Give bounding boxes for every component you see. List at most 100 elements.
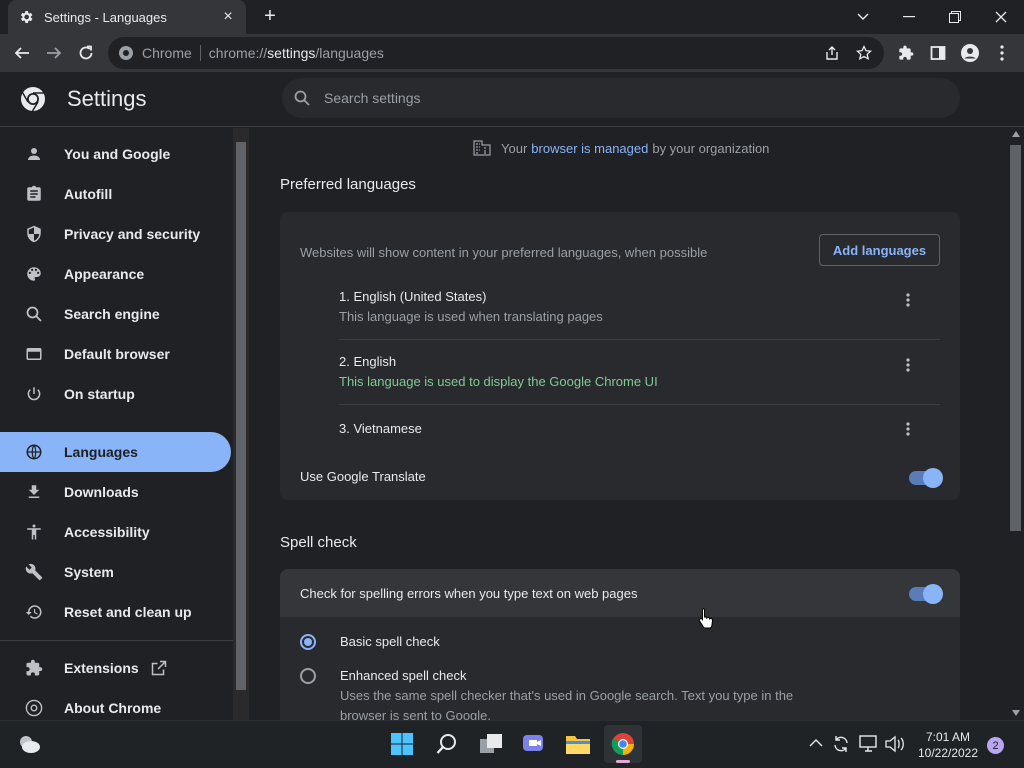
teams-chat-button[interactable] bbox=[521, 731, 547, 757]
sidebar-item-label: Languages bbox=[64, 444, 138, 460]
reload-button[interactable] bbox=[72, 39, 100, 67]
restore-button[interactable] bbox=[932, 0, 978, 34]
search-icon bbox=[24, 304, 44, 324]
weather-widget[interactable] bbox=[16, 731, 42, 757]
row-divider bbox=[339, 404, 940, 405]
add-languages-button[interactable]: Add languages bbox=[819, 234, 940, 266]
sidebar-item-languages[interactable]: Languages bbox=[0, 432, 231, 472]
sidebar-item-appearance[interactable]: Appearance bbox=[0, 254, 231, 294]
sidebar-item-autofill[interactable]: Autofill bbox=[0, 174, 231, 214]
page-title: Settings bbox=[67, 86, 147, 111]
sidebar-item-label: Search engine bbox=[64, 306, 160, 322]
spell-check-heading: Spell check bbox=[280, 534, 357, 551]
profile-avatar-icon bbox=[961, 44, 979, 62]
clock-time: 7:01 AM bbox=[925, 730, 971, 744]
windows-taskbar: 7:01 AM 10/22/2022 2 bbox=[0, 720, 1024, 768]
weather-cloud-icon bbox=[20, 736, 40, 753]
clipboard-icon bbox=[24, 184, 44, 204]
managed-text-pre: Your bbox=[501, 140, 528, 156]
spell-check-toggle[interactable] bbox=[909, 584, 943, 604]
title-bar: Settings - Languages × + bbox=[0, 0, 1024, 34]
scroll-down-icon[interactable] bbox=[1012, 710, 1020, 716]
sidebar-item-reset[interactable]: Reset and clean up bbox=[0, 592, 231, 632]
sidebar-item-search-engine[interactable]: Search engine bbox=[0, 294, 231, 334]
restore-icon bbox=[949, 11, 961, 23]
basic-spell-check-radio[interactable] bbox=[300, 634, 316, 650]
main-scrollbar-thumb[interactable] bbox=[1010, 145, 1021, 531]
extensions-button[interactable] bbox=[892, 39, 920, 67]
task-view-button[interactable] bbox=[478, 731, 504, 757]
toggle-knob bbox=[923, 584, 943, 604]
tab-close-icon[interactable]: × bbox=[220, 8, 236, 25]
search-icon bbox=[294, 90, 310, 106]
profile-button[interactable] bbox=[956, 39, 984, 67]
sidebar-scrollbar-thumb[interactable] bbox=[236, 142, 246, 690]
taskbar-search-button[interactable] bbox=[434, 731, 460, 757]
sidebar-item-downloads[interactable]: Downloads bbox=[0, 472, 231, 512]
spell-check-toggle-label: Check for spelling errors when you type … bbox=[300, 586, 638, 601]
language-row: 3. Vietnamese bbox=[339, 421, 940, 436]
file-explorer-button[interactable] bbox=[565, 731, 591, 757]
sidebar-item-privacy[interactable]: Privacy and security bbox=[0, 214, 231, 254]
language-more-icon[interactable] bbox=[906, 422, 910, 436]
browser-toolbar: Chrome chrome://settings/languages bbox=[0, 34, 1024, 72]
shield-icon bbox=[24, 224, 44, 244]
globe-icon bbox=[24, 442, 44, 462]
sidebar-item-extensions[interactable]: Extensions bbox=[0, 648, 231, 688]
scroll-up-icon[interactable] bbox=[1012, 131, 1020, 137]
sidebar-item-you-and-google[interactable]: You and Google bbox=[0, 134, 231, 174]
google-translate-toggle[interactable] bbox=[909, 468, 943, 488]
sync-icon[interactable] bbox=[832, 735, 850, 753]
start-button[interactable] bbox=[389, 731, 415, 757]
sidebar-item-default-browser[interactable]: Default browser bbox=[0, 334, 231, 374]
minimize-button[interactable] bbox=[886, 0, 932, 34]
language-more-icon[interactable] bbox=[906, 358, 910, 372]
browser-icon bbox=[24, 344, 44, 364]
side-panel-button[interactable] bbox=[924, 39, 952, 67]
forward-button[interactable] bbox=[40, 39, 68, 67]
browser-managed-link[interactable]: browser is managed bbox=[531, 141, 648, 156]
chevron-down-icon bbox=[857, 13, 869, 20]
close-window-button[interactable] bbox=[978, 0, 1024, 34]
gear-icon bbox=[20, 11, 33, 23]
share-icon[interactable] bbox=[824, 45, 840, 61]
language-more-icon[interactable] bbox=[906, 293, 910, 307]
address-bar[interactable]: Chrome chrome://settings/languages bbox=[108, 37, 884, 69]
minimize-icon bbox=[903, 16, 915, 18]
external-link-icon bbox=[151, 660, 166, 676]
url-path: /languages bbox=[315, 45, 384, 61]
chevron-up-icon[interactable] bbox=[809, 738, 823, 748]
close-icon bbox=[995, 11, 1007, 23]
back-button[interactable] bbox=[8, 39, 36, 67]
browser-tab[interactable]: Settings - Languages × bbox=[8, 0, 246, 34]
active-app-indicator bbox=[616, 760, 630, 763]
language-row: 2. English This language is used to disp… bbox=[339, 354, 940, 389]
chat-icon bbox=[523, 735, 543, 751]
new-tab-button[interactable]: + bbox=[260, 5, 280, 27]
sidebar-item-system[interactable]: System bbox=[0, 552, 231, 592]
search-settings-box[interactable] bbox=[282, 78, 960, 118]
bookmark-star-icon[interactable] bbox=[856, 45, 872, 61]
search-input[interactable] bbox=[324, 90, 884, 106]
sidebar-item-label: System bbox=[64, 564, 114, 580]
network-icon[interactable] bbox=[859, 735, 879, 753]
volume-icon[interactable] bbox=[885, 735, 905, 753]
notification-badge[interactable]: 2 bbox=[987, 737, 1004, 754]
sidebar-item-on-startup[interactable]: On startup bbox=[0, 374, 231, 414]
system-clock[interactable]: 7:01 AM 10/22/2022 bbox=[914, 729, 982, 761]
sidebar-item-label: Default browser bbox=[64, 346, 170, 362]
chrome-menu-button[interactable] bbox=[988, 39, 1016, 67]
sidebar-item-label: Appearance bbox=[64, 266, 145, 282]
history-icon bbox=[24, 602, 44, 622]
sidebar-item-accessibility[interactable]: Accessibility bbox=[0, 512, 231, 552]
omnibox-separator bbox=[199, 45, 201, 61]
chrome-app-icon bbox=[611, 733, 634, 755]
arrow-left-icon bbox=[14, 47, 29, 59]
chrome-site-icon bbox=[119, 46, 133, 60]
sidebar-item-label: About Chrome bbox=[64, 700, 162, 716]
tab-search-button[interactable] bbox=[840, 0, 886, 34]
sidebar-item-label: Reset and clean up bbox=[64, 604, 192, 620]
spell-check-card: Check for spelling errors when you type … bbox=[280, 569, 960, 720]
chrome-taskbar-button[interactable] bbox=[604, 725, 642, 763]
enhanced-spell-check-radio[interactable] bbox=[300, 668, 316, 684]
